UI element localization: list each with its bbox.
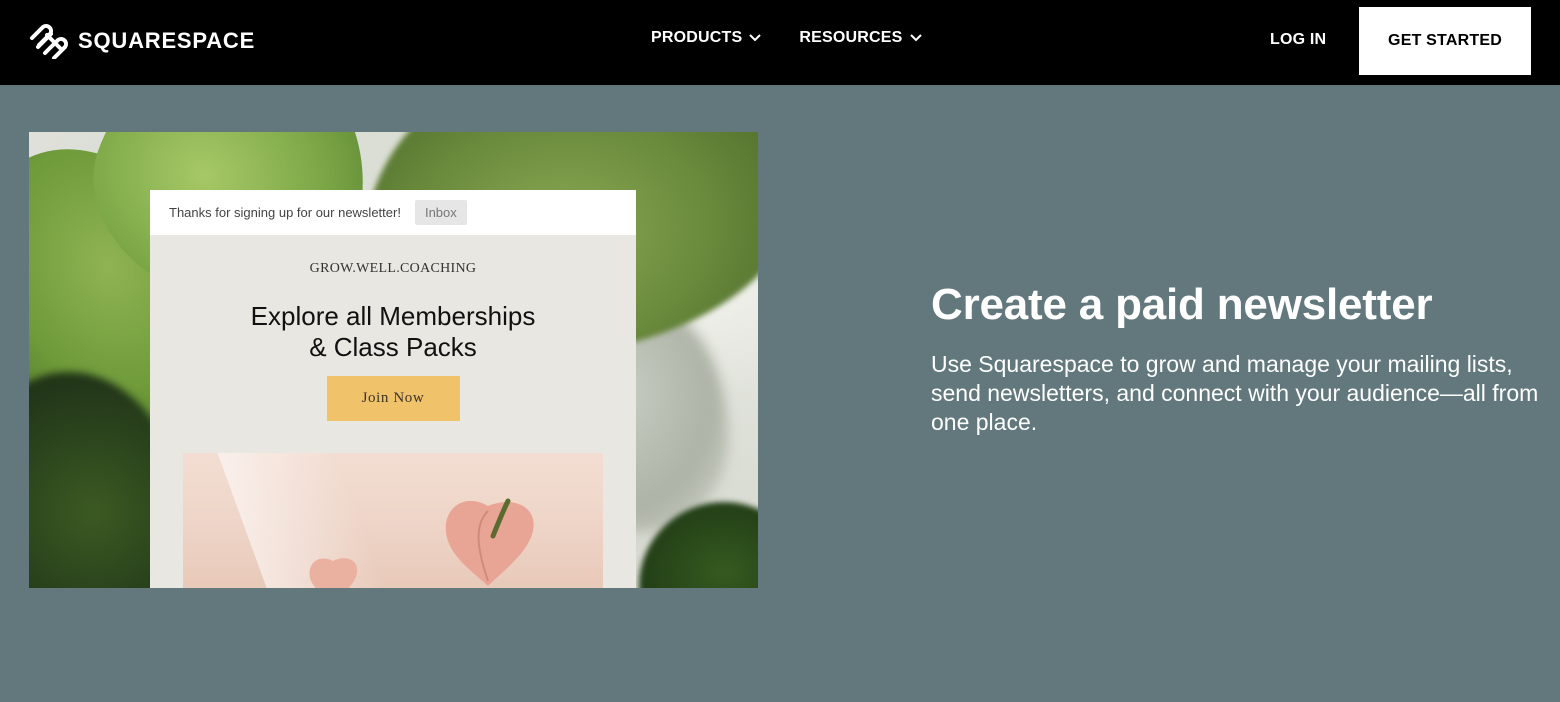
email-brand-name: GROW.WELL.COACHING (309, 261, 477, 276)
page-title: Create a paid newsletter (931, 280, 1433, 329)
top-navigation-bar: SQUARESPACE PRODUCTS RESOURCES LOG IN GE… (0, 0, 1560, 85)
email-headline-line1: Explore all Memberships (250, 301, 536, 331)
chevron-down-icon (909, 34, 922, 42)
newsletter-email-mockup: Thanks for signing up for our newsletter… (150, 190, 636, 588)
brand-name: SQUARESPACE (78, 28, 256, 53)
nav-resources[interactable]: RESOURCES (799, 29, 922, 47)
squarespace-logo[interactable]: SQUARESPACE (28, 22, 255, 60)
anthurium-flower-icon (309, 558, 358, 588)
page-description: Use Squarespace to grow and manage your … (931, 351, 1539, 435)
inbox-tag: Inbox (414, 200, 467, 225)
join-now-button: Join Now (326, 376, 460, 421)
hero-image: Thanks for signing up for our newsletter… (29, 132, 758, 588)
email-subject: Thanks for signing up for our newsletter… (169, 205, 401, 220)
main-nav: PRODUCTS RESOURCES (651, 29, 922, 47)
email-photo (183, 453, 603, 588)
email-headline-line2: & Class Packs (309, 332, 477, 362)
chevron-down-icon (749, 34, 762, 42)
nav-products-label: PRODUCTS (651, 29, 743, 46)
login-link[interactable]: LOG IN (1270, 31, 1326, 49)
nav-resources-label: RESOURCES (799, 29, 903, 46)
squarespace-logo-icon (30, 24, 68, 59)
get-started-button[interactable]: GET STARTED (1359, 7, 1531, 75)
anthurium-flower-icon (445, 498, 534, 586)
nav-products[interactable]: PRODUCTS (651, 29, 762, 47)
email-headline: Explore all Memberships & Class Packs (150, 301, 636, 363)
email-header: Thanks for signing up for our newsletter… (150, 190, 636, 235)
